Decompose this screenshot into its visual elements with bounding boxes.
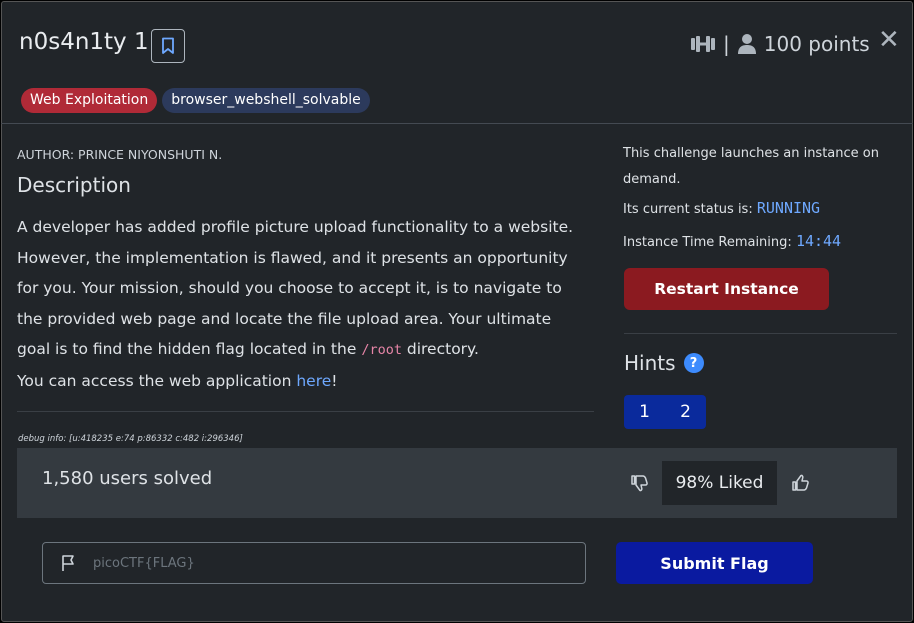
- root-code: /root: [361, 342, 402, 358]
- debug-info: debug info: [u:418235 e:74 p:86332 c:482…: [18, 434, 243, 444]
- description-heading: Description: [17, 173, 131, 197]
- instance-status: Its current status is: RUNNING: [623, 195, 898, 223]
- challenge-meta: | 100 points: [690, 30, 870, 58]
- bookmark-icon: [162, 37, 174, 54]
- dislike-button[interactable]: [616, 461, 662, 505]
- hint-buttons: 1 2: [624, 395, 706, 429]
- tag-web-exploitation[interactable]: Web Exploitation: [21, 88, 158, 113]
- time-label: Instance Time Remaining:: [623, 235, 792, 250]
- users-solved: 1,580 users solved: [42, 468, 213, 489]
- status-value: RUNNING: [756, 199, 821, 217]
- web-app-link[interactable]: here: [296, 372, 331, 390]
- help-icon[interactable]: ?: [683, 353, 704, 373]
- restart-instance-button[interactable]: Restart Instance: [624, 268, 829, 310]
- hint-button-1[interactable]: 1: [624, 395, 665, 429]
- hint-button-2[interactable]: 2: [665, 395, 706, 429]
- instance-panel: This challenge launches an instance on d…: [623, 141, 898, 253]
- tag-browser-webshell-solvable[interactable]: browser_webshell_solvable: [162, 88, 370, 113]
- like-controls: 98% Liked: [616, 461, 823, 505]
- hints-divider: [624, 333, 897, 334]
- description-divider: [17, 411, 594, 412]
- status-label: Its current status is:: [623, 202, 753, 217]
- time-value: 14:44: [795, 232, 842, 250]
- thumbs-down-icon: [631, 475, 648, 492]
- instance-intro: This challenge launches an instance on d…: [623, 146, 879, 187]
- user-icon: [737, 34, 756, 54]
- tag-list: Web Exploitation browser_webshell_solvab…: [21, 88, 370, 113]
- header-divider: [1, 123, 913, 124]
- dumbbell-icon: [691, 36, 715, 52]
- meta-separator: |: [723, 32, 730, 56]
- description-text: A developer has added profile picture up…: [17, 218, 574, 358]
- submit-flag-button[interactable]: Submit Flag: [616, 542, 813, 584]
- close-icon: ✕: [878, 25, 900, 55]
- description-body: A developer has added profile picture up…: [17, 212, 587, 396]
- hints-heading: Hints ?: [624, 351, 704, 375]
- access-suffix: !: [331, 371, 338, 390]
- hints-label: Hints: [624, 351, 676, 375]
- flag-input-group: [42, 542, 586, 584]
- flag-icon: [43, 554, 93, 572]
- points-label: 100 points: [763, 32, 870, 56]
- liked-percentage: 98% Liked: [662, 461, 777, 505]
- thumbs-up-icon: [792, 474, 809, 491]
- challenge-title: n0s4n1ty 1: [19, 29, 149, 55]
- instance-time: Instance Time Remaining: 14:44: [623, 231, 898, 253]
- flag-input[interactable]: [93, 555, 573, 571]
- access-text: You can access the web application: [17, 371, 297, 390]
- close-button[interactable]: ✕: [878, 27, 900, 53]
- description-text-end: directory.: [401, 340, 479, 358]
- like-button[interactable]: [777, 461, 823, 505]
- bookmark-button[interactable]: [151, 29, 185, 63]
- author-label: AUTHOR: PRINCE NIYONSHUTI N.: [17, 147, 223, 162]
